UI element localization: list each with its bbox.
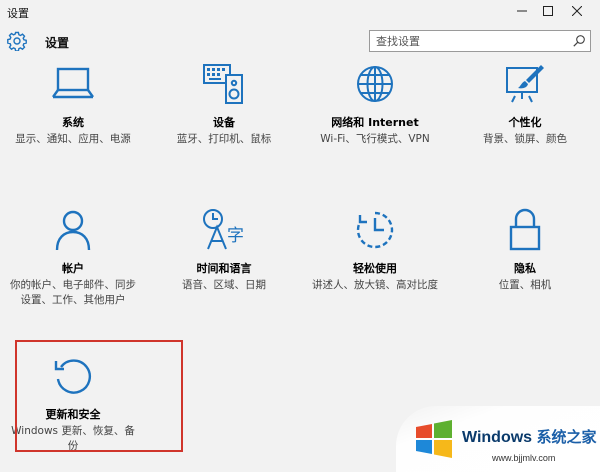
page-title: 设置 (45, 36, 70, 50)
tile-desc: 讲述人、放大镜、高对比度 (312, 279, 438, 291)
tile-name: 轻松使用 (353, 262, 397, 275)
watermark-url: www.bjjmlv.com (492, 453, 556, 463)
tile-name: 系统 (62, 116, 84, 129)
tile-name: 时间和语言 (196, 262, 252, 275)
tile-desc: 显示、通知、应用、电源 (15, 133, 131, 145)
tile-name: 帐户 (62, 262, 84, 275)
tile-name: 网络和 Internet (331, 116, 419, 129)
maximize-button[interactable] (534, 0, 562, 22)
tile-desc: 位置、相机 (498, 279, 552, 291)
windows-logo-icon (416, 420, 452, 458)
tile-desc: 你的帐户、电子邮件、同步设置、工作、其他用户 (10, 279, 136, 306)
tile-name: 设备 (213, 116, 235, 129)
tile-desc: 背景、锁屏、颜色 (483, 133, 567, 145)
watermark-title-cn: 系统之家 (536, 429, 597, 446)
close-icon (572, 6, 582, 16)
lock-icon (509, 208, 541, 251)
tile-desc: Wi-Fi、飞行模式、VPN (320, 133, 430, 145)
maximize-icon (543, 6, 553, 16)
search-icon[interactable] (572, 34, 586, 48)
tile-personalization[interactable]: 个性化 背景、锁屏、颜色 (455, 60, 595, 147)
tile-name: 隐私 (514, 262, 536, 275)
tile-network[interactable]: 网络和 Internet Wi-Fi、飞行模式、VPN (305, 60, 445, 147)
tile-time-language[interactable]: 字 时间和语言 语音、区域、日期 (154, 206, 294, 293)
search-box[interactable] (369, 30, 591, 52)
settings-header: 设置 (0, 26, 600, 58)
highlight-box (15, 340, 183, 452)
watermark-title: Windows 系统之家 (462, 426, 597, 447)
minimize-icon (517, 10, 527, 12)
tile-privacy[interactable]: 隐私 位置、相机 (455, 206, 595, 293)
keyboard-speaker-icon (203, 64, 243, 104)
accessibility-icon (356, 211, 394, 249)
tile-desc: 蓝牙、打印机、鼠标 (176, 133, 272, 145)
window-title: 设置 (7, 7, 29, 20)
svg-text:字: 字 (227, 226, 244, 246)
tile-system[interactable]: 系统 显示、通知、应用、电源 (3, 60, 143, 147)
gear-icon (7, 31, 27, 51)
tile-name: 个性化 (508, 116, 542, 129)
watermark-title-en: Windows (462, 429, 533, 446)
language-icon: 字 (203, 209, 244, 250)
paint-icon (506, 65, 544, 103)
minimize-button[interactable] (508, 0, 536, 22)
watermark: Windows 系统之家 www.bjjmlv.com (396, 406, 600, 472)
globe-icon (357, 66, 393, 102)
tile-devices[interactable]: 设备 蓝牙、打印机、鼠标 (154, 60, 294, 147)
tile-desc: 语音、区域、日期 (182, 279, 266, 291)
tile-ease-of-access[interactable]: 轻松使用 讲述人、放大镜、高对比度 (305, 206, 445, 293)
laptop-icon (52, 67, 94, 99)
search-input[interactable] (370, 31, 578, 51)
close-button[interactable] (563, 0, 591, 22)
person-icon (55, 210, 91, 251)
title-bar: 设置 (0, 0, 600, 24)
tile-accounts[interactable]: 帐户 你的帐户、电子邮件、同步设置、工作、其他用户 (3, 206, 143, 308)
